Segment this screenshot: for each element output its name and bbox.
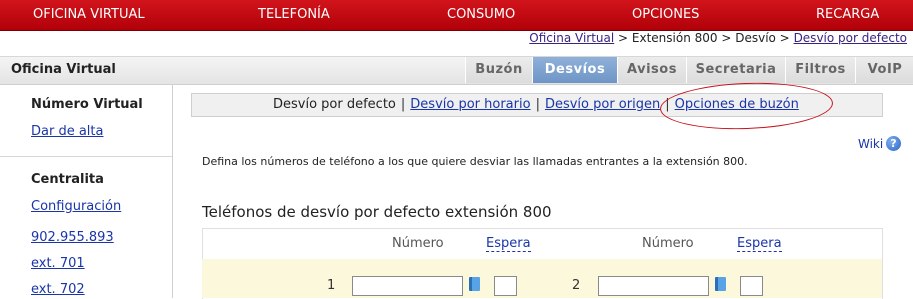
breadcrumb-link-desvio-defecto[interactable]: Desvío por defecto: [794, 31, 907, 45]
wiki-link[interactable]: Wiki: [858, 137, 883, 151]
page-title: Oficina Virtual: [11, 62, 116, 77]
sidebar-heading-numero-virtual: Número Virtual: [31, 97, 143, 112]
column-header-espera-2[interactable]: Espera: [737, 236, 782, 252]
wait-time-input-2[interactable]: [740, 276, 763, 296]
breadcrumb: Oficina Virtual > Extensión 800 > Desvío…: [529, 31, 907, 45]
sidebar-item-ext-701[interactable]: ext. 701: [31, 256, 85, 271]
sidebar-item-configuracion[interactable]: Configuración: [31, 199, 121, 214]
subnav-current: Desvío por defecto: [273, 97, 396, 112]
phone-number-input-2[interactable]: [598, 276, 709, 296]
tab-desvios[interactable]: Desvíos: [532, 57, 617, 83]
sidebar-item-dar-de-alta[interactable]: Dar de alta: [31, 124, 103, 139]
tab-filtros[interactable]: Filtros: [785, 57, 855, 83]
phone-number-input-1[interactable]: [352, 276, 463, 296]
table-row: [202, 259, 882, 298]
row-index-2: 2: [572, 278, 581, 293]
address-book-icon[interactable]: [715, 277, 726, 291]
column-header-numero-1: Número: [392, 236, 444, 251]
breadcrumb-sep: >: [614, 31, 632, 45]
help-icon[interactable]: ?: [886, 136, 901, 151]
subnav-desvio-origen[interactable]: Desvío por origen: [545, 97, 660, 112]
topnav-opciones[interactable]: OPCIONES: [632, 0, 699, 30]
sidebar: Número Virtual Dar de alta Centralita Co…: [0, 84, 173, 298]
tab-buzon[interactable]: Buzón: [465, 57, 532, 83]
top-navigation: OFICINA VIRTUAL TELEFONÍA CONSUMO OPCION…: [0, 0, 913, 31]
sidebar-item-ext-702[interactable]: ext. 702: [31, 282, 85, 297]
column-header-espera-1[interactable]: Espera: [486, 236, 531, 252]
breadcrumb-middle: Extensión 800 > Desvío >: [631, 31, 794, 45]
sidebar-divider: [0, 156, 172, 157]
tab-secretaria[interactable]: Secretaria: [686, 57, 785, 83]
breadcrumb-link-oficina[interactable]: Oficina Virtual: [529, 31, 614, 45]
subnav-desvio-horario[interactable]: Desvío por horario: [410, 97, 530, 112]
row-index-1: 1: [327, 278, 336, 293]
subnav-separator: |: [400, 97, 406, 112]
description-text: Defina los números de teléfono a los que…: [202, 155, 748, 168]
topnav-consumo[interactable]: CONSUMO: [447, 0, 515, 30]
address-book-icon[interactable]: [469, 277, 480, 291]
subnav-separator: |: [535, 97, 540, 112]
column-header-numero-2: Número: [642, 236, 694, 251]
section-title: Teléfonos de desvío por defecto extensió…: [202, 203, 552, 221]
tab-avisos[interactable]: Avisos: [617, 57, 686, 83]
tab-voip[interactable]: VoIP: [855, 57, 913, 83]
wait-time-input-1[interactable]: [494, 276, 517, 296]
topnav-telefonia[interactable]: TELEFONÍA: [258, 0, 330, 30]
highlight-circle: [659, 79, 834, 133]
sidebar-heading-centralita: Centralita: [31, 172, 104, 187]
topnav-recarga[interactable]: RECARGA: [816, 0, 879, 30]
sidebar-item-902955893[interactable]: 902.955.893: [31, 230, 114, 245]
topnav-oficina-virtual[interactable]: OFICINA VIRTUAL: [33, 0, 145, 30]
